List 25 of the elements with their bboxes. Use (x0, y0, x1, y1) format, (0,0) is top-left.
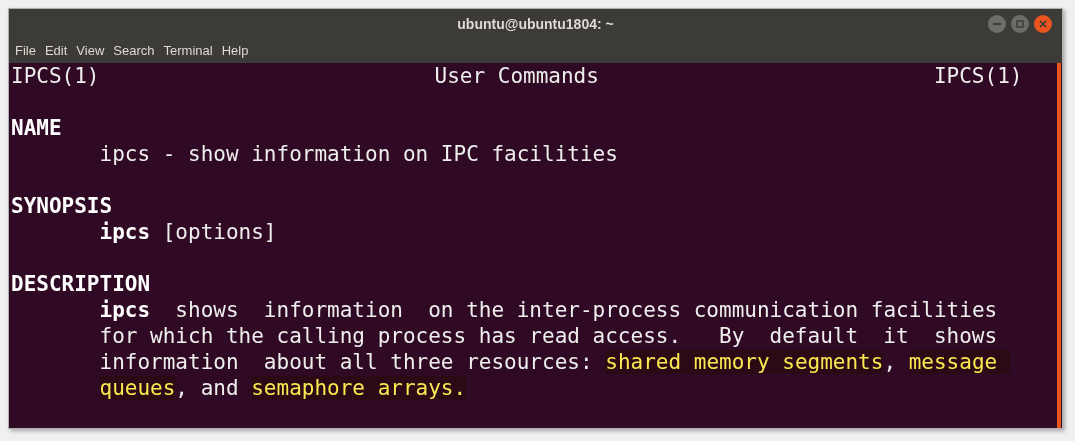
section-heading: DESCRIPTION (11, 271, 151, 297)
menu-item[interactable]: Terminal (163, 41, 213, 61)
close-icon (1039, 20, 1047, 28)
close-button[interactable] (1034, 15, 1052, 33)
text-line: queues, and semaphore arrays. (99, 375, 467, 401)
page-header-title: User Commands (434, 63, 599, 89)
text-line: information about all three resources: shared memory segments, message (99, 349, 1010, 375)
menu-item[interactable]: View (76, 41, 105, 61)
section-heading: NAME (11, 115, 62, 141)
maximize-button[interactable] (1011, 15, 1029, 33)
maximize-icon (1016, 20, 1024, 28)
section-heading: SYNOPSIS (11, 193, 113, 219)
minimize-icon (993, 23, 1001, 25)
page-header-right: IPCS(1) (933, 63, 1023, 89)
menu-item[interactable]: Help (221, 41, 249, 61)
text-line: ipcs - show information on IPC facilities (99, 141, 618, 167)
menu-item[interactable]: Search (113, 41, 155, 61)
menu-item[interactable]: Edit (44, 41, 68, 61)
menu-item[interactable]: File (15, 41, 36, 61)
text-line: ipcs shows information on the inter-process communication facilities (99, 297, 998, 323)
window-title: ubuntu@ubuntu1804: ~ (457, 14, 614, 34)
text-line: for which the calling process has read access. By default it shows (99, 323, 998, 349)
minimize-button[interactable] (988, 15, 1006, 33)
text-line: ipcs [options] (99, 219, 277, 245)
page-header-left: IPCS(1) (11, 63, 100, 89)
